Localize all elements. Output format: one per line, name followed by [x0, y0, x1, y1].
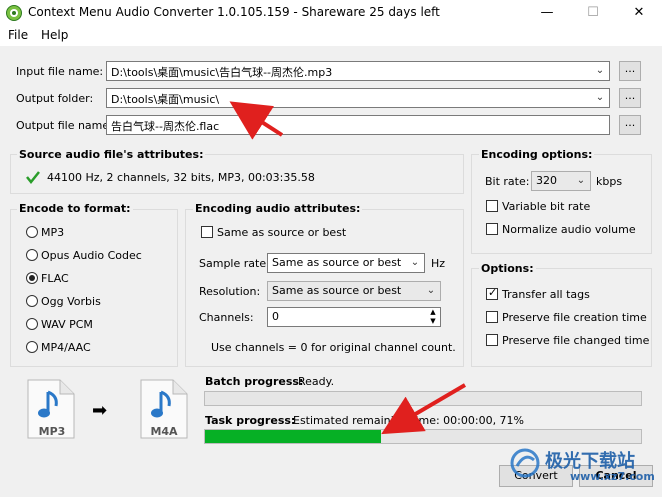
annotation-arrows: [229, 101, 467, 435]
annotation-arrow-progress: [381, 383, 467, 435]
annotation-arrow-folder: [229, 101, 284, 140]
